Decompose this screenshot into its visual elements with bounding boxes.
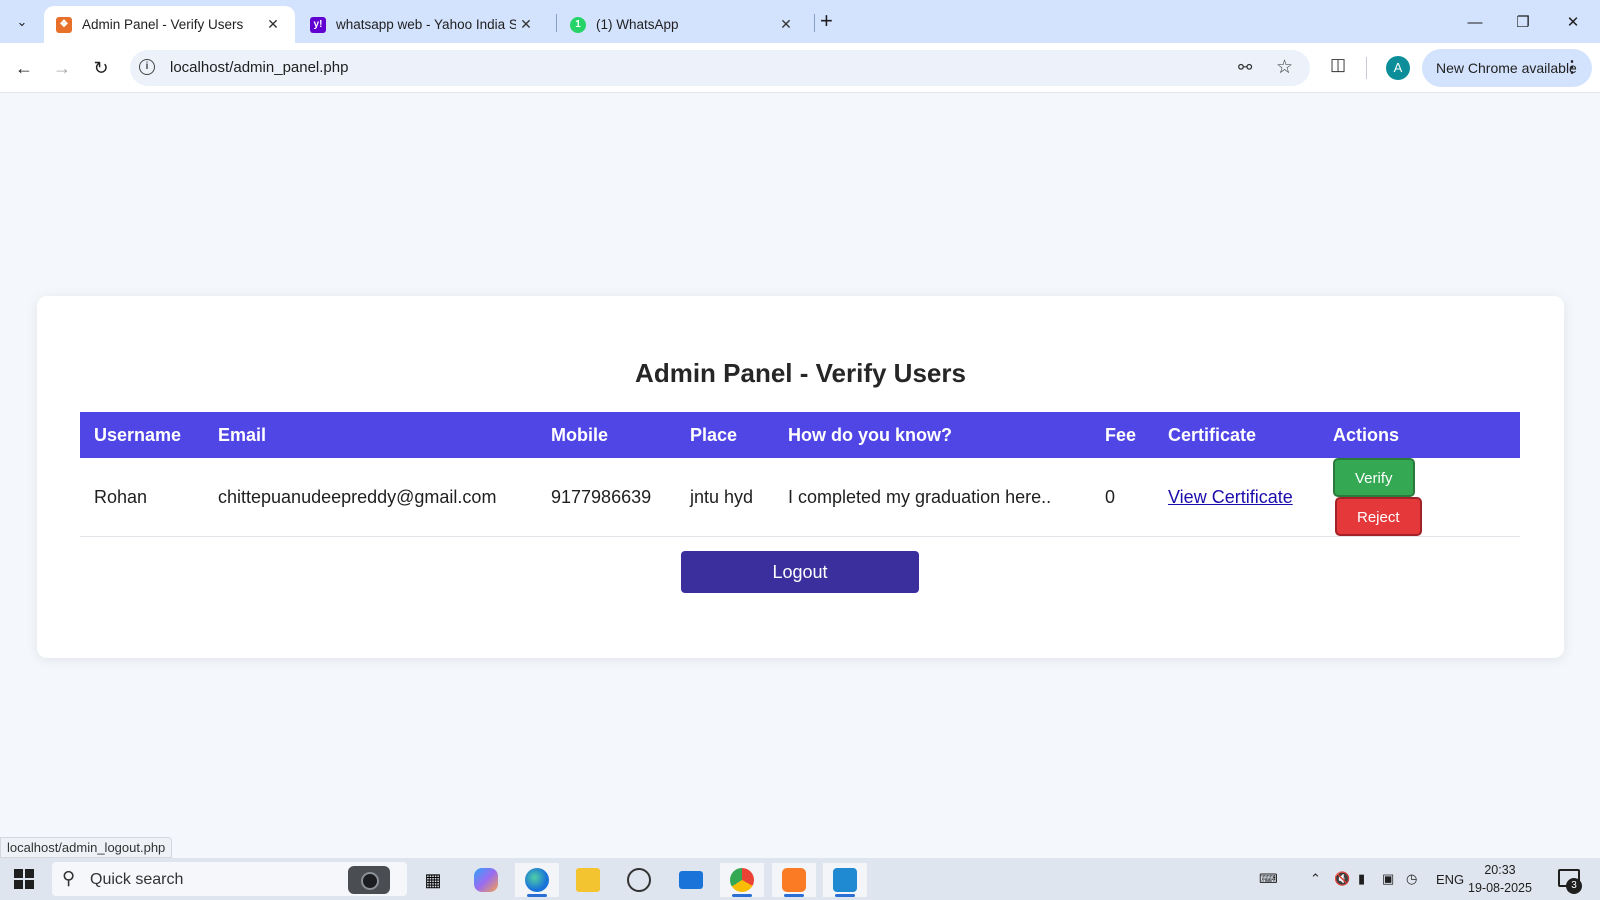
bookmark-star-icon[interactable]: ☆ xyxy=(1276,56,1293,79)
close-icon[interactable]: ✕ xyxy=(516,16,536,33)
verify-button[interactable]: Verify xyxy=(1333,458,1415,497)
logout-button[interactable]: Logout xyxy=(681,551,919,593)
new-tab-button[interactable]: + xyxy=(820,10,833,32)
task-view-icon[interactable]: ▦ xyxy=(411,863,455,897)
close-icon[interactable]: ✕ xyxy=(263,16,283,33)
reject-button[interactable]: Reject xyxy=(1335,497,1422,536)
cell-place: jntu hyd xyxy=(676,458,774,537)
xampp-icon[interactable] xyxy=(772,863,816,897)
edge-browser-icon[interactable] xyxy=(515,863,559,897)
column-header-actions: Actions xyxy=(1319,412,1520,458)
back-button[interactable]: ← xyxy=(10,54,38,82)
taskbar-clock[interactable]: 20:33 19-08-2025 xyxy=(1468,861,1532,897)
address-bar[interactable]: i localhost/admin_panel.php ⚯ ☆ xyxy=(130,50,1310,86)
xampp-favicon-icon: ❖ xyxy=(56,16,72,33)
cell-how: I completed my graduation here.. xyxy=(774,458,1091,537)
cell-email: chittepuanudeepreddy@gmail.com xyxy=(204,458,537,537)
update-label: New Chrome available xyxy=(1436,60,1577,76)
users-table: Username Email Mobile Place How do you k… xyxy=(80,412,1520,537)
meet-icon[interactable]: ▣ xyxy=(1382,858,1394,900)
chevron-up-icon[interactable]: ⌃ xyxy=(1310,858,1321,900)
tab-separator xyxy=(814,14,815,32)
browser-tab-strip: ⌄ ❖ Admin Panel - Verify Users ✕ y! what… xyxy=(0,0,1600,43)
yahoo-favicon-icon: y! xyxy=(310,16,326,33)
table-row: Rohan chittepuanudeepreddy@gmail.com 917… xyxy=(80,458,1520,537)
browser-toolbar: ← → ↻ i localhost/admin_panel.php ⚯ ☆ ◫ … xyxy=(0,43,1600,93)
windows-start-icon[interactable] xyxy=(14,869,34,889)
reload-icon: ↻ xyxy=(93,57,109,78)
arrow-left-icon: ← xyxy=(15,57,33,78)
password-key-icon[interactable]: ⚯ xyxy=(1238,58,1252,78)
table-header-row: Username Email Mobile Place How do you k… xyxy=(80,412,1520,458)
language-indicator[interactable]: ENG xyxy=(1436,858,1464,900)
cell-username: Rohan xyxy=(80,458,204,537)
restore-icon[interactable]: ❐ xyxy=(1500,8,1546,36)
file-explorer-icon[interactable] xyxy=(566,863,610,897)
profile-avatar[interactable]: A xyxy=(1386,56,1410,80)
whatsapp-favicon-icon: 1 xyxy=(570,16,586,33)
tab-admin-panel[interactable]: ❖ Admin Panel - Verify Users ✕ xyxy=(44,6,295,43)
tab-whatsapp[interactable]: 1 (1) WhatsApp ✕ xyxy=(558,6,808,43)
link-status-bubble: localhost/admin_logout.php xyxy=(0,837,173,858)
url-text[interactable]: localhost/admin_panel.php xyxy=(170,59,348,76)
minimize-icon[interactable]: — xyxy=(1452,8,1498,36)
admin-panel-card: Admin Panel - Verify Users Username Emai… xyxy=(37,296,1564,658)
arrow-right-icon: → xyxy=(53,57,71,78)
close-icon[interactable]: ✕ xyxy=(776,16,796,33)
mail-icon[interactable] xyxy=(669,863,713,897)
more-menu-icon[interactable]: ⋮ xyxy=(1564,57,1580,77)
cell-actions: Verify Reject xyxy=(1319,458,1520,537)
network-icon[interactable]: ◷ xyxy=(1406,858,1417,900)
clock-time: 20:33 xyxy=(1484,863,1516,877)
view-certificate-link[interactable]: View Certificate xyxy=(1168,487,1293,507)
toolbar-divider xyxy=(1366,57,1367,79)
touch-keyboard-icon[interactable]: ⌨ xyxy=(1259,858,1278,900)
tab-separator xyxy=(556,14,557,32)
cell-certificate: View Certificate xyxy=(1154,458,1319,537)
close-window-icon[interactable]: ✕ xyxy=(1550,8,1596,36)
site-info-icon[interactable]: i xyxy=(139,59,155,75)
copilot-icon[interactable] xyxy=(464,863,508,897)
cell-mobile: 9177986639 xyxy=(537,458,676,537)
tab-yahoo-search[interactable]: y! whatsapp web - Yahoo India Se ✕ xyxy=(298,6,548,43)
chevron-down-icon: ⌄ xyxy=(16,14,28,29)
chrome-update-button[interactable]: New Chrome available ⋮ xyxy=(1422,49,1592,87)
notification-count-badge: 3 xyxy=(1566,878,1582,894)
vscode-icon[interactable] xyxy=(823,863,867,897)
column-header-mobile: Mobile xyxy=(537,412,676,458)
column-header-email: Email xyxy=(204,412,537,458)
search-placeholder: Quick search xyxy=(90,871,184,888)
column-header-fee: Fee xyxy=(1091,412,1154,458)
dell-app-icon[interactable] xyxy=(617,863,661,897)
tab-title: (1) WhatsApp xyxy=(596,17,679,32)
clock-date: 19-08-2025 xyxy=(1468,881,1532,895)
search-icon: ⚲ xyxy=(62,868,76,888)
extensions-puzzle-icon[interactable]: ◫ xyxy=(1327,55,1349,77)
forward-button[interactable]: → xyxy=(48,54,76,82)
cell-fee: 0 xyxy=(1091,458,1154,537)
windows-taskbar: ⚲ Quick search ▦ ⌨ ⌃ 🔇 ▮ ▣ ◷ ENG 20:33 1… xyxy=(0,858,1600,900)
column-header-username: Username xyxy=(80,412,204,458)
tab-title: whatsapp web - Yahoo India Se xyxy=(336,17,516,32)
volume-muted-icon[interactable]: 🔇 xyxy=(1334,858,1350,900)
battery-icon[interactable]: ▮ xyxy=(1358,858,1365,900)
taskbar-search-box[interactable]: ⚲ Quick search xyxy=(52,862,407,896)
reload-button[interactable]: ↻ xyxy=(87,54,115,82)
page-title: Admin Panel - Verify Users xyxy=(635,358,966,388)
chrome-browser-icon[interactable] xyxy=(720,863,764,897)
tab-search-button[interactable]: ⌄ xyxy=(8,8,36,36)
column-header-how: How do you know? xyxy=(774,412,1091,458)
column-header-certificate: Certificate xyxy=(1154,412,1319,458)
tab-title: Admin Panel - Verify Users xyxy=(82,17,244,32)
camera-widget-icon xyxy=(348,866,390,894)
column-header-place: Place xyxy=(676,412,774,458)
